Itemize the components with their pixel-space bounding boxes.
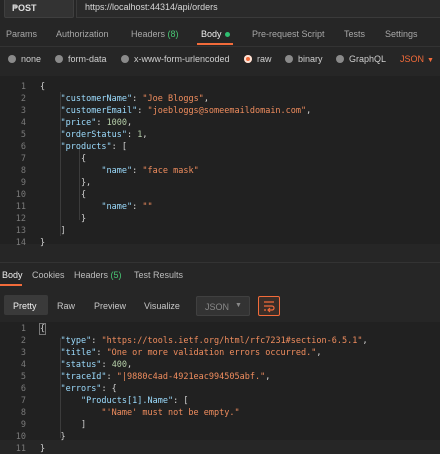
code-line: { — [40, 190, 87, 200]
tab-params[interactable]: Params — [6, 29, 37, 39]
request-tabs: Params Authorization Headers (8) Body Pr… — [0, 20, 440, 47]
body-type-none[interactable]: none — [8, 54, 41, 64]
status-dot-icon — [224, 32, 230, 38]
body-type-graphql[interactable]: GraphQL — [336, 54, 386, 64]
url-bar: POST ▼ https://localhost:44314/api/order… — [0, 0, 440, 20]
tab-settings[interactable]: Settings — [385, 29, 418, 39]
code-line: ] — [40, 420, 87, 430]
request-body-editor[interactable]: 1{ 2 "customerName": "Joe Bloggs", 3 "cu… — [0, 76, 440, 248]
radio-icon — [336, 55, 344, 63]
radio-icon — [285, 55, 293, 63]
body-type-urlencoded[interactable]: x-www-form-urlencoded — [121, 54, 230, 64]
code-line: "name": "face mask" — [101, 166, 199, 176]
code-line: } — [40, 444, 46, 454]
body-type-raw[interactable]: raw — [244, 54, 272, 64]
code-line: "name": "" — [101, 202, 153, 212]
tab-tests[interactable]: Tests — [344, 29, 365, 39]
active-tab-indicator — [197, 43, 233, 45]
chevron-down-icon: ▼ — [427, 57, 434, 64]
response-tab-test-results[interactable]: Test Results — [134, 270, 183, 280]
view-raw-button[interactable]: Raw — [52, 295, 82, 315]
tab-body[interactable]: Body — [201, 29, 230, 39]
code-line: "products": [ — [60, 142, 128, 152]
format-select[interactable]: JSON ▼ — [400, 54, 434, 64]
response-tab-headers[interactable]: Headers (5) — [74, 270, 122, 280]
code-line: } — [40, 432, 66, 442]
response-view-toolbar: Pretty Raw Preview Visualize JSON ▼ — [0, 292, 440, 318]
wrap-lines-button[interactable] — [258, 296, 280, 316]
tab-pre-request-script[interactable]: Pre-request Script — [252, 29, 325, 39]
radio-icon — [8, 55, 16, 63]
radio-icon — [121, 55, 129, 63]
body-type-form-data[interactable]: form-data — [55, 54, 107, 64]
code-line: "traceId": "|9880c4ad-4921eac994505abf."… — [60, 372, 271, 382]
code-line: } — [40, 238, 46, 248]
code-line: "type": "https://tools.ietf.org/html/rfc… — [60, 336, 368, 346]
body-type-binary[interactable]: binary — [285, 54, 323, 64]
code-line: "customerEmail": "joebloggs@someemaildom… — [60, 106, 312, 116]
url-text: https://localhost:44314/api/orders — [85, 2, 218, 12]
code-line: { — [40, 82, 46, 92]
code-line: }, — [40, 178, 92, 188]
headers-count: (8) — [167, 29, 179, 39]
response-body: 1{ 2 "type": "https://tools.ietf.org/htm… — [0, 322, 440, 454]
code-line: "'Name' must not be empty." — [101, 408, 240, 418]
code-line: "price": 1000, — [60, 118, 133, 128]
view-pretty-button[interactable]: Pretty — [4, 295, 48, 315]
code-line: { — [40, 154, 87, 164]
tab-authorization[interactable]: Authorization — [56, 29, 109, 39]
response-headers-count: (5) — [110, 270, 122, 280]
radio-selected-icon — [244, 55, 252, 63]
wrap-icon — [264, 301, 275, 313]
divider — [0, 262, 440, 263]
code-line: ] — [40, 226, 66, 236]
code-line: "Products[1].Name": [ — [80, 396, 189, 406]
response-format-select[interactable]: JSON ▼ — [196, 296, 250, 316]
body-type-options: none form-data x-www-form-urlencoded raw… — [0, 47, 440, 71]
chevron-down-icon: ▼ — [12, 4, 19, 11]
code-line: "title": "One or more validation errors … — [60, 348, 322, 358]
response-tab-body[interactable]: Body — [2, 270, 23, 280]
radio-icon — [55, 55, 63, 63]
tab-headers[interactable]: Headers (8) — [131, 29, 179, 39]
code-line: "status": 400, — [60, 360, 133, 370]
view-preview-button[interactable]: Preview — [90, 295, 132, 315]
response-tabs: Body Cookies Headers (5) Test Results — [0, 265, 440, 286]
code-line: { — [38, 323, 47, 335]
code-line: } — [40, 214, 87, 224]
url-input[interactable]: https://localhost:44314/api/orders — [76, 0, 440, 18]
active-tab-indicator — [0, 284, 22, 286]
method-select[interactable]: POST ▼ — [4, 0, 74, 18]
response-tab-cookies[interactable]: Cookies — [32, 270, 65, 280]
code-line: "errors": { — [60, 384, 117, 394]
view-visualize-button[interactable]: Visualize — [140, 295, 186, 315]
code-line: "customerName": "Joe Bloggs", — [60, 94, 209, 104]
code-line: "orderStatus": 1, — [60, 130, 148, 140]
chevron-down-icon: ▼ — [235, 302, 242, 309]
